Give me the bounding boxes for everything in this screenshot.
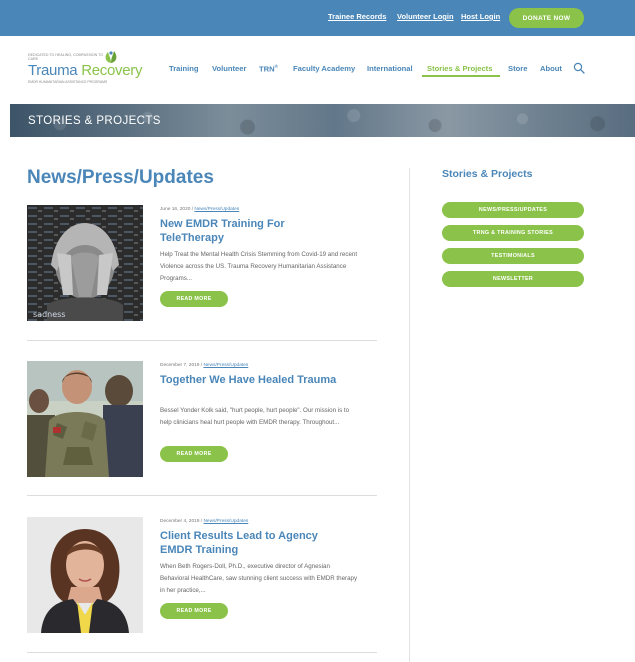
soldier-photo-icon <box>27 361 143 477</box>
nav-store[interactable]: Store <box>508 64 527 73</box>
page-title: News/Press/Updates <box>27 167 214 188</box>
read-more-button[interactable]: READ MORE <box>160 446 228 462</box>
post-meta: June 16, 2020 / News/Press/Updates <box>160 207 239 212</box>
post-meta: December 4, 2019 / News/Press/Updates <box>160 519 248 524</box>
post-meta: December 7, 2019 / News/Press/Updates <box>160 363 248 368</box>
post-title-link[interactable]: New EMDR Training For TeleTherapy <box>160 217 350 245</box>
post-divider <box>27 652 377 653</box>
nav-trn[interactable]: TRN® <box>259 64 278 74</box>
top-utility-bar: Trainee Records Volunteer Login Host Log… <box>0 0 635 36</box>
post-category-link[interactable]: News/Press/Updates <box>194 207 239 212</box>
post-category-link[interactable]: News/Press/Updates <box>203 519 248 524</box>
page-banner: STORIES & PROJECTS <box>10 104 635 137</box>
nav-training[interactable]: Training <box>169 64 199 73</box>
post-category-link[interactable]: News/Press/Updates <box>203 363 248 368</box>
banner-title: STORIES & PROJECTS <box>28 115 161 127</box>
nav-volunteer[interactable]: Volunteer <box>212 64 246 73</box>
sidebar-button-news-press-updates[interactable]: NEWS/PRESS/UPDATES <box>442 202 584 218</box>
post-thumbnail-soldier[interactable] <box>27 361 143 477</box>
post-excerpt: Bessel Yonder Kolk said, "hurt people, h… <box>160 407 350 426</box>
nav-stories-projects[interactable]: Stories & Projects <box>427 64 492 73</box>
nav-international[interactable]: International <box>367 64 413 73</box>
post-excerpt: Help Treat the Mental Health Crisis Stem… <box>160 251 358 282</box>
nav-faculty-academy[interactable]: Faculty Academy <box>293 64 355 73</box>
search-icon[interactable] <box>573 62 585 74</box>
read-more-button[interactable]: READ MORE <box>160 291 228 307</box>
nav-trn-label: TRN <box>259 64 275 74</box>
donate-now-button[interactable]: DONATE NOW <box>509 8 584 28</box>
post-divider <box>27 495 377 496</box>
trainee-records-link[interactable]: Trainee Records <box>328 12 386 21</box>
post-item: December 7, 2019 / News/Press/Updates To… <box>27 361 377 498</box>
post-item: December 4, 2019 / News/Press/Updates Cl… <box>27 517 377 657</box>
host-login-link[interactable]: Host Login <box>461 12 500 21</box>
sidebar-title: Stories & Projects <box>442 168 533 180</box>
site-logo[interactable]: Dedicated to Healing, Compassion to Care… <box>28 50 146 86</box>
portrait-photo-icon <box>27 517 143 633</box>
read-more-button[interactable]: READ MORE <box>160 603 228 619</box>
logo-name-part2: Recovery <box>81 62 143 79</box>
logo-name: Trauma Recovery <box>28 62 142 79</box>
thumb-word: sadness <box>33 310 65 319</box>
logo-name-part1: Trauma <box>28 62 78 79</box>
post-date: December 7, 2019 <box>160 363 200 368</box>
sidebar-separator <box>409 168 410 662</box>
sadness-photo-icon: sadness <box>27 205 143 321</box>
post-thumbnail-portrait[interactable] <box>27 517 143 633</box>
nav-active-underline <box>422 75 500 77</box>
post-title-link[interactable]: Together We Have Healed Trauma <box>160 373 350 387</box>
post-title-link[interactable]: Client Results Lead to Agency EMDR Train… <box>160 529 350 557</box>
post-divider <box>27 340 377 341</box>
post-item: sadness June 16, 2020 / News/Press/Updat… <box>27 205 377 342</box>
sidebar-button-newsletter[interactable]: NEWSLETTER <box>442 271 584 287</box>
nav-trn-registered: ® <box>274 64 278 69</box>
post-excerpt: When Beth Rogers-Doll, Ph.D., executive … <box>160 563 358 594</box>
volunteer-login-link[interactable]: Volunteer Login <box>397 12 454 21</box>
sidebar-button-testimonials[interactable]: TESTIMONIALS <box>442 248 584 264</box>
nav-about[interactable]: About <box>540 64 562 73</box>
sidebar-button-trng-training-stories[interactable]: TRNG & TRAINING STORIES <box>442 225 584 241</box>
post-thumbnail-sadness[interactable]: sadness <box>27 205 143 321</box>
logo-tagline: EMDR Humanitarian Assistance Programs <box>28 80 108 84</box>
logo-small-text: Dedicated to Healing, Compassion to Care <box>28 53 104 62</box>
post-date: December 4, 2019 <box>160 519 200 524</box>
post-date: June 16, 2020 <box>160 207 191 212</box>
